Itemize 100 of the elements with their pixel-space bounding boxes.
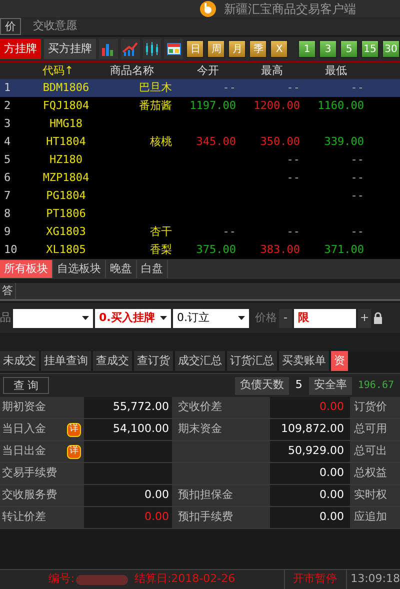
board-tab[interactable]: 白盘 xyxy=(137,260,168,278)
product-label: 品 xyxy=(0,310,11,326)
low-price: -- xyxy=(350,152,364,166)
fund-value: 0.00 xyxy=(320,487,344,504)
dropdown-caret-icon xyxy=(238,316,245,320)
menu-tab[interactable]: 交收意愿 xyxy=(29,18,81,34)
product-code: FQJ1804 xyxy=(42,98,90,114)
open-price: 1197.00 xyxy=(190,98,236,112)
row-number: 3 xyxy=(3,116,12,132)
low-price: -- xyxy=(350,188,364,202)
fund-label: 总权益 xyxy=(354,465,387,482)
lock-icon[interactable] xyxy=(373,312,383,324)
quote-row[interactable]: 5 HZ180 -- -- xyxy=(0,151,400,169)
price-field[interactable]: 限 xyxy=(294,308,356,328)
price-label: 价格 xyxy=(255,310,277,326)
quote-row[interactable]: 8 PT1806 xyxy=(0,205,400,223)
minus-button[interactable]: - xyxy=(279,308,292,328)
row-number: 7 xyxy=(3,188,12,204)
product-code: HZ180 xyxy=(48,152,84,168)
fund-value: 0.00 xyxy=(320,465,344,482)
product-code: BDM1806 xyxy=(42,80,90,96)
row-number: 8 xyxy=(3,206,12,222)
query-tab[interactable]: 成交汇总 xyxy=(175,351,225,371)
fund-label: 转让价差 xyxy=(2,509,46,526)
high-price: -- xyxy=(286,80,300,94)
quote-row[interactable]: 10 XL1805 香梨 375.00 383.00 371.00 xyxy=(0,241,400,259)
dropdown-caret-icon xyxy=(82,316,89,320)
fund-label: 实时权 xyxy=(354,487,387,504)
query-tab[interactable]: 查订货 xyxy=(134,351,173,371)
trend-chart-icon[interactable] xyxy=(122,41,138,57)
safety-rate-label: 安全率 xyxy=(308,376,352,394)
quote-row[interactable]: 7 PG1804 -- xyxy=(0,187,400,205)
fund-value: 50,929.00 xyxy=(288,443,344,460)
product-code: PG1804 xyxy=(45,188,87,204)
high-price: 383.00 xyxy=(260,242,300,256)
query-button[interactable]: 查 询 xyxy=(3,377,49,394)
fund-value: 55,772.00 xyxy=(113,399,169,416)
high-price: 350.00 xyxy=(260,134,300,148)
quote-row[interactable]: 3 HMG18 xyxy=(0,115,400,133)
column-header[interactable]: 最低 xyxy=(304,63,368,80)
fund-label: 交易手续费 xyxy=(2,465,57,482)
query-tab[interactable]: 订货汇总 xyxy=(227,351,277,371)
column-header[interactable]: 最高 xyxy=(240,63,304,80)
query-tab[interactable]: 查成交 xyxy=(93,351,132,371)
fund-label: 预扣手续费 xyxy=(178,509,233,526)
product-dropdown[interactable] xyxy=(13,308,93,328)
product-code: MZP1804 xyxy=(42,170,90,186)
high-price: -- xyxy=(286,224,300,238)
product-name: 核桃 xyxy=(150,134,172,148)
quote-row[interactable]: 4 HT1804 核桃 345.00 350.00 339.00 xyxy=(0,133,400,151)
fund-label: 期初资金 xyxy=(2,399,46,416)
low-price: 371.00 xyxy=(324,242,364,256)
market-status: 开市暂停 xyxy=(284,570,347,589)
fund-label: 预扣担保金 xyxy=(178,487,233,504)
query-tab[interactable]: 买卖账单 xyxy=(279,351,329,371)
open-close-dropdown[interactable]: 0.订立 xyxy=(173,308,249,328)
quote-row[interactable]: 2 FQJ1804 番茄酱 1197.00 1200.00 1160.00 xyxy=(0,97,400,115)
debt-days-label: 负债天数 xyxy=(234,376,289,394)
redacted-id xyxy=(76,574,128,584)
product-code: XG1803 xyxy=(45,224,87,240)
row-number: 4 xyxy=(3,134,12,150)
open-price: -- xyxy=(222,80,236,94)
column-header[interactable]: 商品名称 xyxy=(88,63,176,80)
order-type-dropdown[interactable]: 0.买入挂牌 xyxy=(95,308,171,328)
plus-button[interactable]: + xyxy=(358,308,371,328)
column-header[interactable]: 代码↑ xyxy=(28,63,88,80)
board-tab[interactable]: 所有板块 xyxy=(0,260,53,278)
query-tab[interactable]: 未成交 xyxy=(0,351,39,371)
fund-label: 总可用 xyxy=(354,421,387,438)
query-tab[interactable]: 挂单查询 xyxy=(41,351,91,371)
product-code: XL1805 xyxy=(45,242,87,258)
detail-button[interactable]: 详 xyxy=(67,444,81,458)
account-id-label: 编号: xyxy=(48,571,74,588)
row-number: 1 xyxy=(3,80,12,96)
clock-time: 13:09:18 xyxy=(350,571,400,588)
quote-row[interactable]: 9 XG1803 杏干 -- -- -- xyxy=(0,223,400,241)
quote-row[interactable]: 6 MZP1804 -- -- xyxy=(0,169,400,187)
candlestick-icon[interactable] xyxy=(144,41,160,57)
settlement-date: 结算日:2018-02-26 xyxy=(134,571,236,588)
board-tab[interactable]: 晚盘 xyxy=(106,260,137,278)
board-tab[interactable]: 自选板块 xyxy=(53,260,106,278)
quote-row[interactable]: 1 BDM1806 巴旦木 -- -- -- xyxy=(0,79,400,97)
trade-button[interactable]: 方挂牌 xyxy=(0,39,41,59)
fund-value: 109,872.00 xyxy=(281,421,344,438)
detail-button[interactable]: 详 xyxy=(67,422,81,436)
product-name: 杏干 xyxy=(150,224,172,238)
query-tab[interactable]: 资 xyxy=(331,351,348,371)
menu-tab[interactable]: 价 xyxy=(0,18,21,34)
safety-rate-value: 196.67 xyxy=(356,379,395,393)
product-code: HT1804 xyxy=(45,134,87,150)
fund-value: 0.00 xyxy=(320,399,344,416)
trade-button[interactable]: 买方挂牌 xyxy=(44,39,96,59)
high-price: 1200.00 xyxy=(254,98,300,112)
table-icon[interactable] xyxy=(166,41,182,57)
column-header[interactable]: 今开 xyxy=(176,63,240,80)
answer-tab[interactable]: 答 xyxy=(0,283,16,299)
high-price: -- xyxy=(286,152,300,166)
low-price: -- xyxy=(350,80,364,94)
app-logo-icon xyxy=(200,0,216,16)
fund-label: 订货价 xyxy=(354,399,387,416)
